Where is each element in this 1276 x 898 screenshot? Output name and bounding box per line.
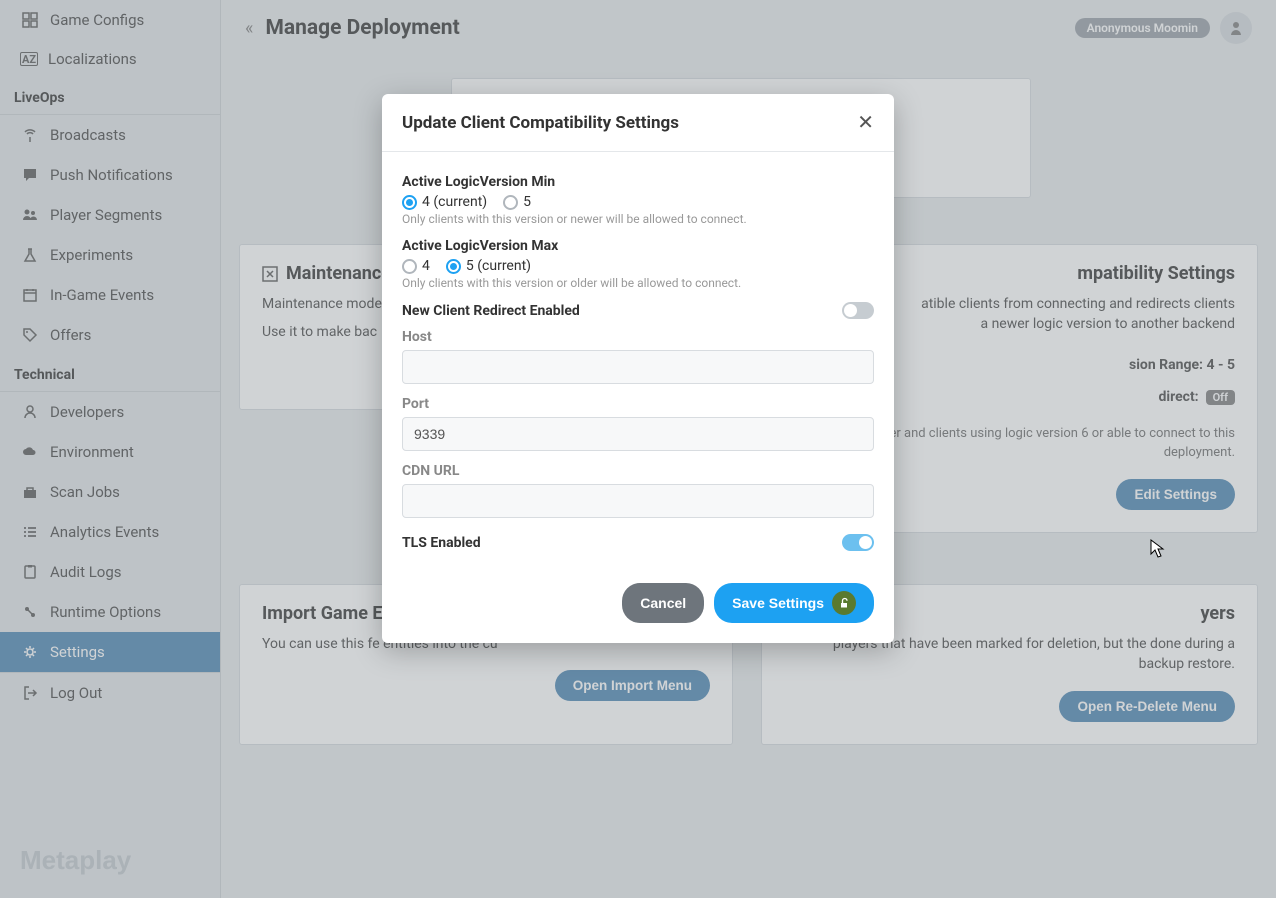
modal-close-button[interactable]: ✕ xyxy=(857,110,874,135)
modal-title: Update Client Compatibility Settings xyxy=(402,113,679,133)
save-settings-button[interactable]: Save Settings xyxy=(714,583,874,623)
radio-min-5[interactable]: 5 xyxy=(503,194,531,210)
max-radio-group: 4 5 (current) xyxy=(402,258,874,274)
redirect-label: New Client Redirect Enabled xyxy=(402,303,580,319)
tls-label: TLS Enabled xyxy=(402,535,481,551)
radio-icon xyxy=(503,195,518,210)
unlock-icon xyxy=(832,591,856,615)
radio-min-4[interactable]: 4 (current) xyxy=(402,194,487,210)
min-label: Active LogicVersion Min xyxy=(402,174,874,190)
redirect-toggle[interactable] xyxy=(842,302,874,319)
modal-body: Active LogicVersion Min 4 (current) 5 On… xyxy=(382,152,894,561)
radio-icon xyxy=(402,195,417,210)
modal-footer: Cancel Save Settings xyxy=(382,561,894,643)
port-input[interactable] xyxy=(402,417,874,451)
port-label: Port xyxy=(402,396,874,412)
min-help: Only clients with this version or newer … xyxy=(402,212,874,226)
host-input[interactable] xyxy=(402,350,874,384)
radio-icon xyxy=(446,259,461,274)
radio-max-5[interactable]: 5 (current) xyxy=(446,258,531,274)
radio-icon xyxy=(402,259,417,274)
save-label: Save Settings xyxy=(732,595,824,611)
max-label: Active LogicVersion Max xyxy=(402,238,874,254)
modal-header: Update Client Compatibility Settings ✕ xyxy=(382,94,894,152)
max-help: Only clients with this version or older … xyxy=(402,276,874,290)
cdn-label: CDN URL xyxy=(402,463,874,479)
modal-compatibility-settings: Update Client Compatibility Settings ✕ A… xyxy=(382,94,894,643)
min-radio-group: 4 (current) 5 xyxy=(402,194,874,210)
redirect-toggle-row: New Client Redirect Enabled xyxy=(402,302,874,319)
radio-max-4[interactable]: 4 xyxy=(402,258,430,274)
cdn-input[interactable] xyxy=(402,484,874,518)
tls-toggle[interactable] xyxy=(842,534,874,551)
cancel-button[interactable]: Cancel xyxy=(622,583,704,623)
tls-toggle-row: TLS Enabled xyxy=(402,534,874,551)
host-label: Host xyxy=(402,329,874,345)
